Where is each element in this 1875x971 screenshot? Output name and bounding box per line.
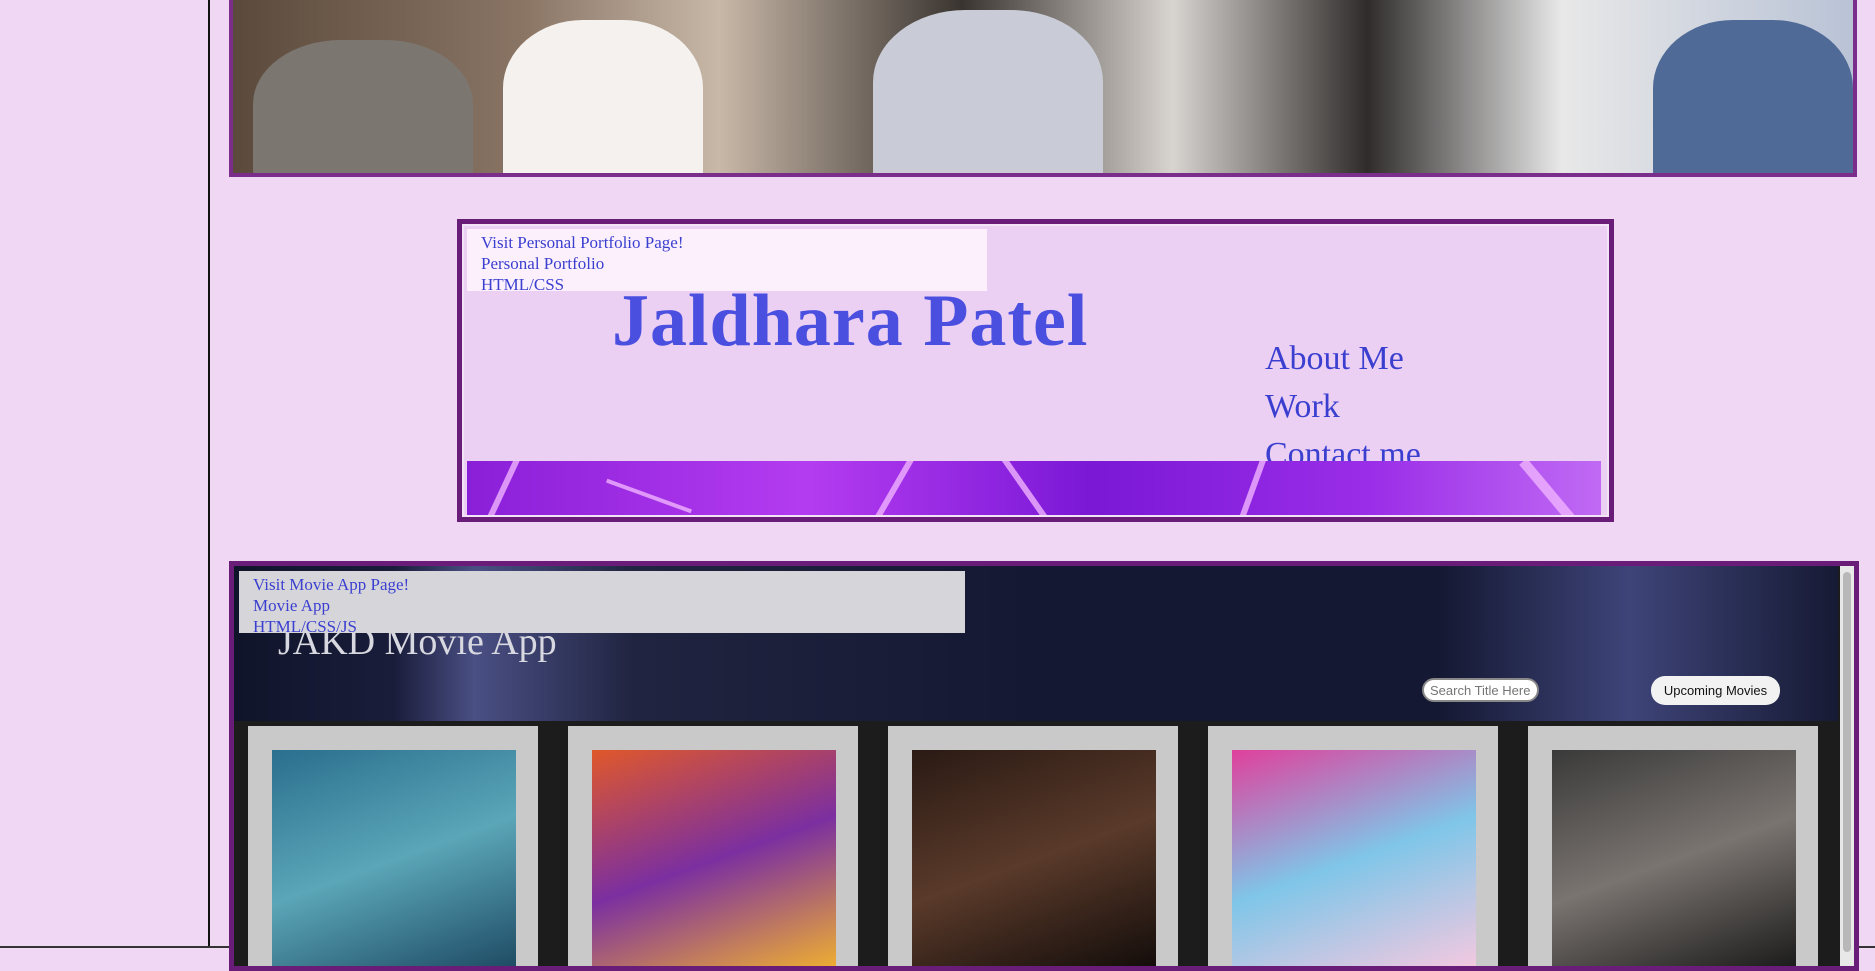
poster-2 [912,750,1156,966]
poster-1 [592,750,836,966]
scrollbar-thumb[interactable] [1843,572,1851,952]
movie-card[interactable] [568,726,858,966]
nav-work[interactable]: Work [1265,383,1340,431]
left-divider [208,0,210,948]
poster-3 [1232,750,1476,966]
portfolio-nav: About MeWorkContact me [1265,335,1565,479]
poster-0 [272,750,516,966]
movie-tech: HTML/CSS/JS [253,617,357,636]
portfolio-banner [467,461,1601,517]
movie-visit-link[interactable]: Visit Movie App Page! [253,574,951,595]
portfolio-visit-link[interactable]: Visit Personal Portfolio Page! [481,232,973,253]
search-input[interactable] [1422,678,1539,702]
movie-project-name: Movie App [253,596,330,615]
movie-card[interactable] [248,726,538,966]
scrollbar[interactable] [1840,566,1854,966]
poster-4 [1552,750,1796,966]
nav-about-me[interactable]: About Me [1265,335,1404,383]
movie-card[interactable] [1208,726,1498,966]
movie-card[interactable] [888,726,1178,966]
movie-info-box: Visit Movie App Page! Movie App HTML/CSS… [239,571,965,636]
portfolio-card[interactable]: Visit Personal Portfolio Page! Personal … [457,219,1614,522]
movie-card[interactable] [1528,726,1818,966]
hero-photo [229,0,1857,177]
portfolio-title: Jaldhara Patel [612,280,1089,362]
upcoming-movies-button[interactable]: Upcoming Movies [1651,676,1780,705]
portfolio-project-name: Personal Portfolio [481,254,605,273]
movie-app-card[interactable]: JAKD Movie App Upcoming Movies Visit Mov… [229,561,1859,971]
